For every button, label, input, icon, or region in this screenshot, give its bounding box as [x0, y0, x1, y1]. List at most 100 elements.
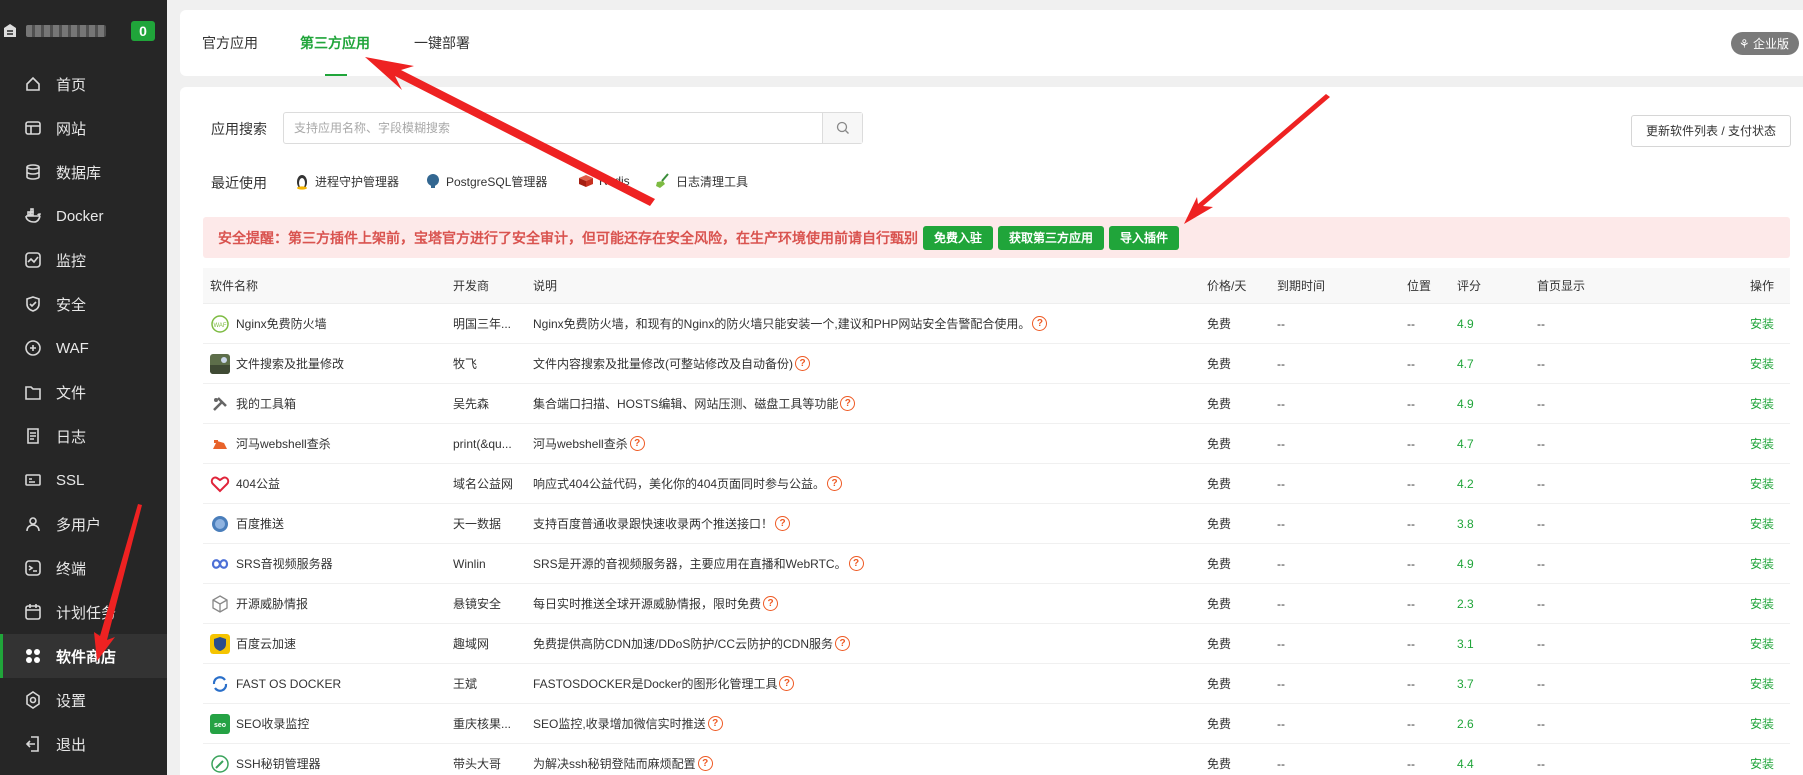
help-question-icon[interactable]: ? [840, 396, 856, 411]
docker-icon [25, 208, 41, 223]
app-name[interactable]: 我的工具箱 [236, 395, 296, 412]
import-plugin-button[interactable]: 导入插件 [1109, 225, 1180, 250]
install-link[interactable]: 安装 [1717, 715, 1780, 732]
tab-one-click-deploy[interactable]: 一键部署 [414, 33, 470, 53]
sidebar-item-folder[interactable]: 文件 [0, 370, 167, 414]
app-name[interactable]: 百度云加速 [236, 635, 296, 652]
install-link[interactable]: 安装 [1717, 435, 1780, 452]
search-input[interactable] [284, 113, 822, 143]
app-name[interactable]: 河马webshell查杀 [236, 435, 331, 452]
help-question-icon[interactable]: ? [779, 676, 795, 691]
col-header-homepage-display: 首页显示 [1537, 279, 1586, 293]
landscape-icon [210, 353, 230, 374]
sidebar-item-label: SSL [56, 471, 85, 489]
install-link[interactable]: 安装 [1717, 595, 1780, 612]
sidebar-item-terminal[interactable]: 终端 [0, 546, 167, 590]
homepage-display-cell: -- [1537, 676, 1545, 691]
help-question-icon[interactable]: ? [697, 756, 713, 771]
recent-item-log-cleaner[interactable]: 日志清理工具 [654, 172, 748, 190]
search-button[interactable] [822, 113, 862, 143]
col-header-score: 评分 [1457, 279, 1482, 293]
app-name[interactable]: SRS音视频服务器 [236, 555, 333, 572]
sidebar-item-calendar[interactable]: 计划任务 [0, 590, 167, 634]
table-row: 百度云加速 趣域网 免费提供高防CDN加速/DDoS防护/CC云防护的CDN服务… [203, 624, 1790, 664]
apps-table: 软件名称 开发商 说明 价格/天 到期时间 位置 评分 首页显示 操作 WAF … [203, 268, 1790, 775]
app-name[interactable]: 文件搜索及批量修改 [236, 355, 344, 372]
position-cell: -- [1407, 476, 1415, 491]
get-third-party-apps-button[interactable]: 获取第三方应用 [998, 225, 1105, 250]
help-question-icon[interactable]: ? [827, 476, 843, 491]
developer-cell: 重庆核果... [453, 717, 512, 731]
sidebar-item-shield[interactable]: 安全 [0, 282, 167, 326]
homepage-display-cell: -- [1537, 516, 1545, 531]
table-row: 我的工具箱 吴先森 集合端口扫描、HOSTS编辑、网站压测、磁盘工具等功能 ? … [203, 384, 1790, 424]
recent-item-postgresql[interactable]: PostgreSQL管理器 [424, 172, 547, 190]
app-name[interactable]: 开源威胁情报 [236, 595, 308, 612]
score-cell: 4.7 [1457, 356, 1474, 371]
app-name-cell: SSH秘钥管理器 [203, 754, 453, 774]
install-link[interactable]: 安装 [1717, 315, 1780, 332]
free-join-button[interactable]: 免费入驻 [923, 225, 994, 250]
homepage-display-cell: -- [1537, 436, 1545, 451]
sidebar-item-label: 监控 [56, 252, 87, 270]
tab-official-apps[interactable]: 官方应用 [202, 33, 258, 53]
homepage-display-cell: -- [1537, 396, 1545, 411]
sidebar-item-docker[interactable]: Docker [0, 194, 167, 238]
help-question-icon[interactable]: ? [775, 516, 791, 531]
sidebar-item-label: 首页 [56, 76, 87, 94]
tab-third-party-apps[interactable]: 第三方应用 [300, 33, 370, 53]
recent-item-supervisor[interactable]: 进程守护管理器 [293, 172, 399, 190]
app-name[interactable]: Nginx免费防火墙 [236, 315, 327, 332]
sidebar-item-website[interactable]: 网站 [0, 106, 167, 150]
price-cell: 免费 [1207, 517, 1232, 531]
install-link[interactable]: 安装 [1717, 395, 1780, 412]
help-question-icon[interactable]: ? [763, 596, 779, 611]
description-text: 免费提供高防CDN加速/DDoS防护/CC云防护的CDN服务 [533, 637, 834, 651]
sidebar-item-database[interactable]: 数据库 [0, 150, 167, 194]
app-name[interactable]: 404公益 [236, 475, 280, 492]
app-name[interactable]: 百度推送 [236, 515, 284, 532]
developer-cell: 带头大哥 [453, 757, 502, 771]
homepage-display-cell: -- [1537, 716, 1545, 731]
help-question-icon[interactable]: ? [629, 436, 645, 451]
help-question-icon[interactable]: ? [835, 636, 851, 651]
install-link[interactable]: 安装 [1717, 675, 1780, 692]
description-text: 为解决ssh秘钥登陆而麻烦配置 [533, 757, 696, 771]
install-link[interactable]: 安装 [1717, 635, 1780, 652]
install-link[interactable]: 安装 [1717, 515, 1780, 532]
notification-badge[interactable]: 0 [131, 21, 155, 41]
shield-icon [26, 296, 40, 312]
help-question-icon[interactable]: ? [1032, 316, 1048, 331]
sidebar-item-user[interactable]: 多用户 [0, 502, 167, 546]
sidebar-item-ssl[interactable]: SSL [0, 458, 167, 502]
install-link[interactable]: 安装 [1717, 555, 1780, 572]
sidebar-item-monitor[interactable]: 监控 [0, 238, 167, 282]
position-cell: -- [1407, 596, 1415, 611]
app-name[interactable]: FAST OS DOCKER [236, 677, 341, 691]
app-name[interactable]: SEO收录监控 [236, 715, 309, 732]
sidebar-item-log[interactable]: 日志 [0, 414, 167, 458]
app-name-cell: 百度推送 [203, 514, 453, 534]
recent-item-redis[interactable]: Redis [577, 172, 630, 190]
enterprise-button[interactable]: ⚘ 企业版 [1730, 32, 1799, 55]
search-label: 应用搜索 [211, 121, 267, 137]
help-question-icon[interactable]: ? [795, 356, 810, 371]
app-name-cell: FAST OS DOCKER [203, 674, 453, 694]
sidebar-item-home[interactable]: 首页 [0, 62, 167, 106]
sidebar-item-logout[interactable]: 退出 [0, 722, 167, 766]
help-question-icon[interactable]: ? [848, 556, 864, 571]
description-cell: 集合端口扫描、HOSTS编辑、网站压测、磁盘工具等功能 ? [533, 395, 1207, 412]
sidebar-item-waf[interactable]: WAF [0, 326, 167, 370]
help-question-icon[interactable]: ? [707, 716, 723, 731]
sidebar-item-settings[interactable]: 设置 [0, 678, 167, 722]
update-software-list-button[interactable]: 更新软件列表 / 支付状态 [1631, 115, 1791, 147]
install-link[interactable]: 安装 [1717, 755, 1780, 772]
col-header-actions: 操作 [1749, 279, 1774, 293]
sidebar-item-apps[interactable]: 软件商店 [0, 634, 167, 678]
install-link[interactable]: 安装 [1717, 475, 1780, 492]
position-cell: -- [1407, 316, 1415, 331]
homepage-display-cell: -- [1537, 636, 1545, 651]
app-name[interactable]: SSH秘钥管理器 [236, 755, 321, 772]
install-link[interactable]: 安装 [1717, 355, 1780, 372]
sidebar-item-label: 数据库 [56, 164, 102, 182]
